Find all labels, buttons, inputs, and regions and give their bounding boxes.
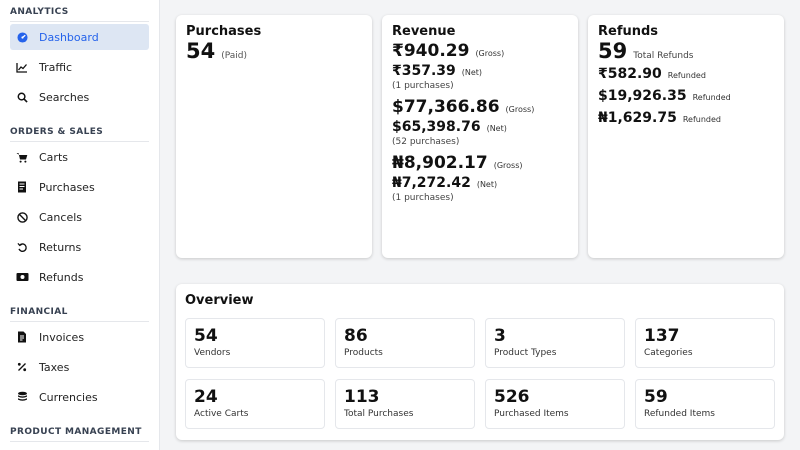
revenue-purchase-count: (1 purchases)	[392, 81, 454, 91]
overview-card: Overview 54 Vendors 86 Products 3 Produc…	[176, 284, 784, 440]
refund-amount: ₹582.90	[598, 66, 662, 82]
cart-icon	[15, 150, 29, 164]
sidebar-item-searches[interactable]: Searches	[10, 84, 149, 110]
sidebar-item-refunds[interactable]: Refunds	[10, 264, 149, 290]
line-chart-icon	[15, 60, 29, 74]
section-title-financial: FINANCIAL	[10, 300, 149, 322]
tile-product-types[interactable]: 3 Product Types	[485, 318, 625, 368]
refund-amount-label: Refunded	[682, 115, 721, 124]
tile-value: 137	[644, 326, 680, 346]
receipt-icon	[15, 180, 29, 194]
revenue-group-usd: $77,366.86 (Gross) $65,398.76 (Net) (52 …	[392, 97, 568, 147]
sidebar-item-invoices[interactable]: Invoices	[10, 324, 149, 350]
sidebar-item-label: Returns	[39, 240, 82, 254]
return-icon	[15, 240, 29, 254]
sidebar-item-label: Traffic	[39, 60, 73, 74]
purchases-title: Purchases	[186, 24, 262, 39]
sidebar-item-carts[interactable]: Carts	[10, 144, 149, 170]
search-icon	[15, 90, 29, 104]
sidebar-item-currencies[interactable]: Currencies	[10, 384, 149, 410]
sidebar-item-label: Dashboard	[39, 30, 99, 44]
revenue-gross-label: (Gross)	[505, 105, 535, 114]
revenue-group-inr: ₹940.29 (Gross) ₹357.39 (Net) (1 purchas…	[392, 41, 568, 91]
revenue-purchase-count: (52 purchases)	[392, 137, 460, 147]
sidebar-item-label: Invoices	[39, 330, 85, 344]
tile-vendors[interactable]: 54 Vendors	[185, 318, 325, 368]
sidebar-item-label: Cancels	[39, 210, 82, 224]
sidebar-item-label: Searches	[39, 90, 90, 104]
tile-active-carts[interactable]: 24 Active Carts	[185, 379, 325, 429]
revenue-card: Revenue ₹940.29 (Gross) ₹357.39 (Net) (1…	[382, 15, 578, 258]
sidebar-item-cancels[interactable]: Cancels	[10, 204, 149, 230]
revenue-net: ₹357.39	[392, 63, 456, 79]
tile-label: Vendors	[194, 348, 231, 358]
sidebar-item-purchases[interactable]: Purchases	[10, 174, 149, 200]
invoice-icon	[15, 330, 29, 344]
refunds-card: Refunds 59 Total Refunds ₹582.90 Refunde…	[588, 15, 784, 258]
overview-title: Overview	[185, 293, 254, 308]
tile-value: 59	[644, 387, 668, 407]
revenue-gross-label: (Gross)	[475, 49, 505, 58]
refund-amount-label: Refunded	[692, 93, 731, 102]
tile-label: Refunded Items	[644, 409, 715, 419]
dashboard-icon	[15, 30, 29, 44]
sidebar-item-taxes[interactable]: Taxes	[10, 354, 149, 380]
sidebar-item-traffic[interactable]: Traffic	[10, 54, 149, 80]
cancel-icon	[15, 210, 29, 224]
sidebar-item-dashboard[interactable]: Dashboard	[10, 24, 149, 50]
revenue-net: ₦7,272.42	[392, 175, 471, 191]
revenue-gross: $77,366.86	[392, 97, 500, 117]
tile-total-purchases[interactable]: 113 Total Purchases	[335, 379, 475, 429]
tile-products[interactable]: 86 Products	[335, 318, 475, 368]
refund-amount-label: Refunded	[667, 71, 706, 80]
revenue-net: $65,398.76	[392, 119, 481, 135]
tile-label: Purchased Items	[494, 409, 569, 419]
percent-icon	[15, 360, 29, 374]
sidebar-item-label: Taxes	[39, 360, 70, 374]
tile-value: 526	[494, 387, 530, 407]
revenue-gross: ₦8,902.17	[392, 153, 488, 173]
refunds-count-label: Total Refunds	[633, 51, 694, 61]
section-title-product-management: PRODUCT MANAGEMENT	[10, 420, 149, 442]
tile-value: 3	[494, 326, 506, 346]
tile-label: Products	[344, 348, 383, 358]
sidebar-item-label: Refunds	[39, 270, 84, 284]
revenue-title: Revenue	[392, 24, 456, 39]
refund-icon	[15, 270, 29, 284]
revenue-net-label: (Net)	[476, 180, 498, 189]
revenue-purchase-count: (1 purchases)	[392, 193, 454, 203]
purchases-card: Purchases 54 (Paid)	[176, 15, 372, 258]
purchases-status: (Paid)	[221, 51, 248, 61]
coins-icon	[15, 390, 29, 404]
sidebar-item-label: Currencies	[39, 390, 98, 404]
sidebar: ANALYTICS Dashboard Traffic Searches ORD…	[0, 0, 160, 450]
section-title-analytics: ANALYTICS	[10, 0, 149, 22]
refunds-count: 59	[598, 39, 628, 63]
purchases-count: 54	[186, 39, 216, 63]
sidebar-item-returns[interactable]: Returns	[10, 234, 149, 260]
refund-amount: ₦1,629.75	[598, 110, 677, 126]
revenue-group-ngn: ₦8,902.17 (Gross) ₦7,272.42 (Net) (1 pur…	[392, 153, 568, 203]
tile-value: 54	[194, 326, 218, 346]
refund-amount: $19,926.35	[598, 88, 687, 104]
sidebar-item-label: Purchases	[39, 180, 95, 194]
refunds-title: Refunds	[598, 24, 659, 39]
revenue-gross: ₹940.29	[392, 41, 470, 61]
tile-label: Active Carts	[194, 409, 249, 419]
tile-value: 24	[194, 387, 218, 407]
tile-label: Total Purchases	[344, 409, 414, 419]
tile-value: 113	[344, 387, 380, 407]
revenue-net-label: (Net)	[486, 124, 507, 133]
tile-label: Product Types	[494, 348, 557, 358]
revenue-net-label: (Net)	[461, 68, 483, 77]
tile-value: 86	[344, 326, 368, 346]
tile-label: Categories	[644, 348, 693, 358]
tile-refunded-items[interactable]: 59 Refunded Items	[635, 379, 775, 429]
tile-purchased-items[interactable]: 526 Purchased Items	[485, 379, 625, 429]
tile-categories[interactable]: 137 Categories	[635, 318, 775, 368]
section-title-orders-sales: ORDERS & SALES	[10, 120, 149, 142]
sidebar-item-label: Carts	[39, 150, 68, 164]
revenue-gross-label: (Gross)	[493, 161, 523, 170]
